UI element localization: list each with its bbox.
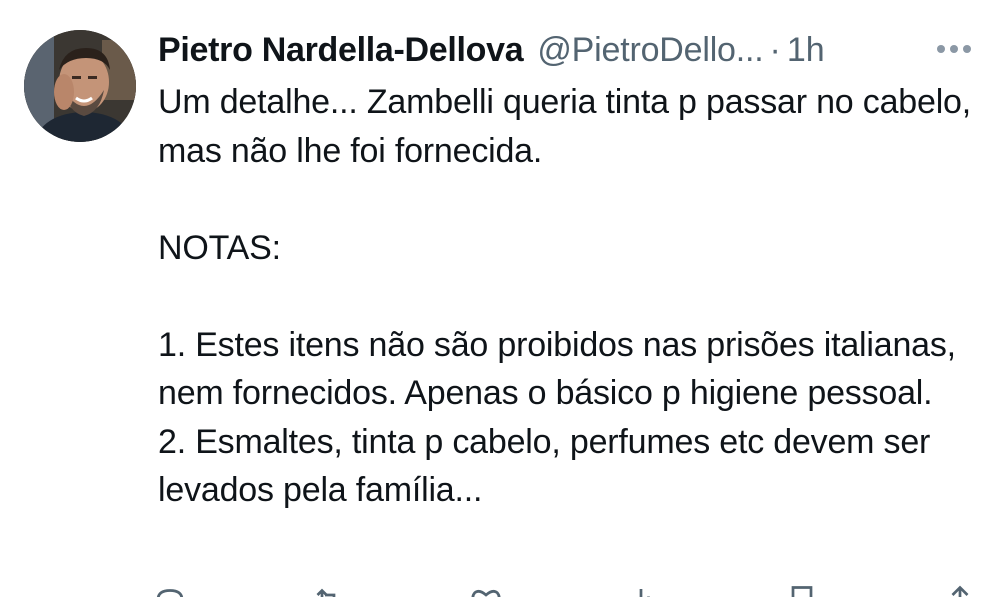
reply-button[interactable] <box>150 583 190 597</box>
author-avatar[interactable] <box>24 30 136 142</box>
tweet-paragraph: Um detalhe... Zambelli queria tinta p pa… <box>158 83 972 170</box>
like-button[interactable] <box>466 583 506 597</box>
tweet-actions <box>150 583 980 597</box>
author-display-name[interactable]: Pietro Nardella-Dellova <box>158 31 524 70</box>
tweet[interactable]: Pietro Nardella-Dellova @PietroDello... … <box>0 0 1000 597</box>
more-options-button[interactable] <box>932 34 976 64</box>
retweet-icon <box>316 588 336 597</box>
share-button[interactable] <box>940 583 980 597</box>
bookmark-icon <box>791 586 813 597</box>
tweet-paragraph: 2. Esmaltes, tinta p cabelo, perfumes et… <box>158 422 931 510</box>
like-icon <box>471 589 501 597</box>
user-avatar-icon <box>24 30 136 142</box>
tweet-header: Pietro Nardella-Dellova @PietroDello... … <box>158 26 825 74</box>
more-horizontal-icon <box>950 45 958 53</box>
views-button[interactable] <box>624 583 664 597</box>
tweet-timestamp[interactable]: 1h <box>787 31 825 70</box>
tweet-paragraph: 1. Estes itens não são proibidos nas pri… <box>158 325 956 413</box>
author-handle[interactable]: @PietroDello... <box>537 31 763 70</box>
more-horizontal-icon <box>937 45 945 53</box>
tweet-text: Um detalhe... Zambelli queria tinta p pa… <box>158 78 978 515</box>
share-icon <box>951 585 969 597</box>
tweet-paragraph: NOTAS: <box>158 228 281 267</box>
header-separator: · <box>769 30 781 69</box>
retweet-button[interactable] <box>308 583 348 597</box>
bookmark-button[interactable] <box>782 583 822 597</box>
views-icon <box>639 589 650 597</box>
reply-icon <box>156 589 184 597</box>
more-horizontal-icon <box>963 45 971 53</box>
